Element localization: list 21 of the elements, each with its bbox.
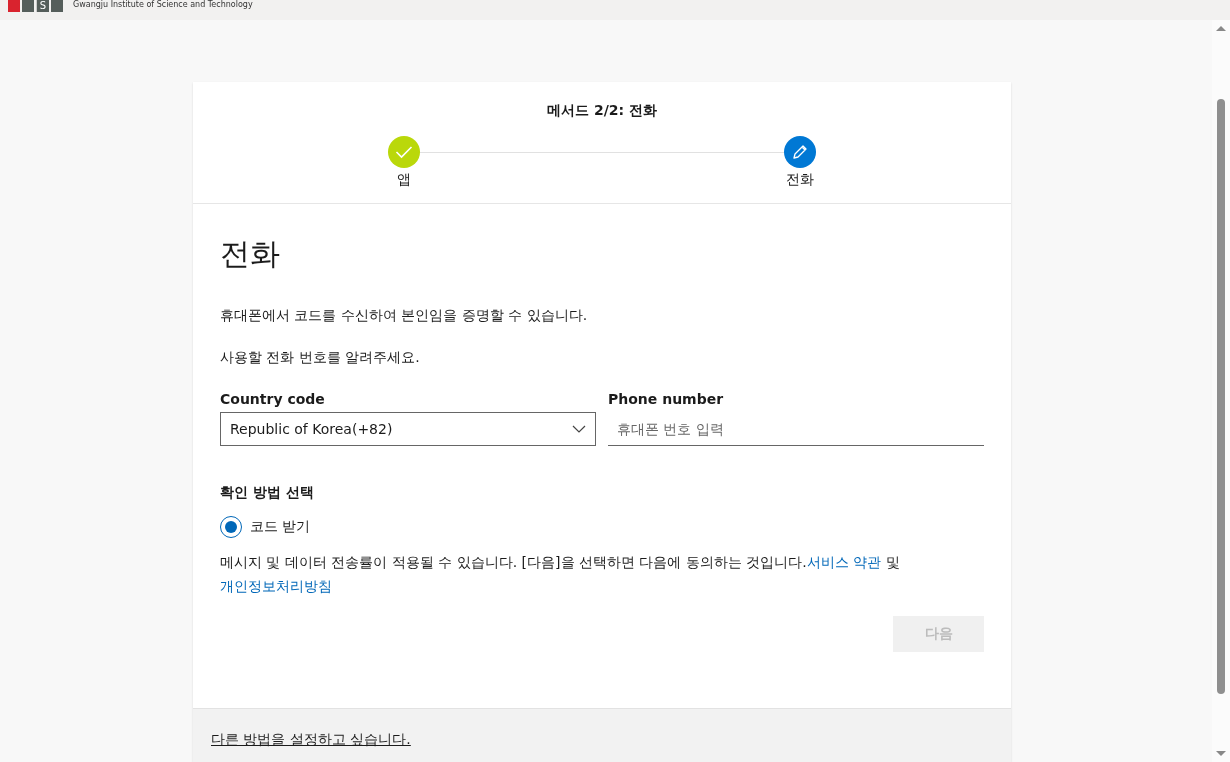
field-label: Phone number <box>608 391 725 407</box>
radio-label[interactable]: 코드 받기 <box>250 518 311 536</box>
institution-name: Gwangju Institute of Science and Technology <box>73 0 253 10</box>
scrollbar-thumb[interactable] <box>1217 99 1225 694</box>
scroll-up-icon[interactable] <box>1216 26 1226 31</box>
step-label: 앱 <box>397 171 411 189</box>
instruction-text: 휴대폰에서 코드를 수신하여 본인임을 증명할 수 있습니다. <box>220 306 589 325</box>
step-label: 전화 <box>786 171 814 189</box>
policy-link[interactable]: 서비스 약관 <box>806 554 882 570</box>
page-heading: 전화 <box>220 235 281 273</box>
field-label: Country code <box>220 391 326 407</box>
country-code-dropdown[interactable]: Republic of Korea(+82) <box>220 412 596 446</box>
policy-link[interactable]: 개인정보처리방침 <box>220 578 332 594</box>
institution-logo: S <box>8 0 63 12</box>
scroll-down-icon[interactable] <box>1216 751 1226 756</box>
other-method-link[interactable]: 다른 방법을 설정하고 싶습니다. <box>211 731 411 747</box>
consent-text: 메시지 및 데이터 전송률이 적용될 수 있습니다. [다음]을 선택하면 다음에 동의하는 것입니다.서비스 약관 및 개인정보처리방침 <box>220 553 901 596</box>
instruction-text: 사용할 전화 번호를 알려주세요. <box>220 348 421 367</box>
chevron-down-icon <box>572 425 586 433</box>
progress-title: 메서드 2/2: 전화 <box>547 102 657 120</box>
section-label: 확인 방법 선택 <box>220 484 315 502</box>
